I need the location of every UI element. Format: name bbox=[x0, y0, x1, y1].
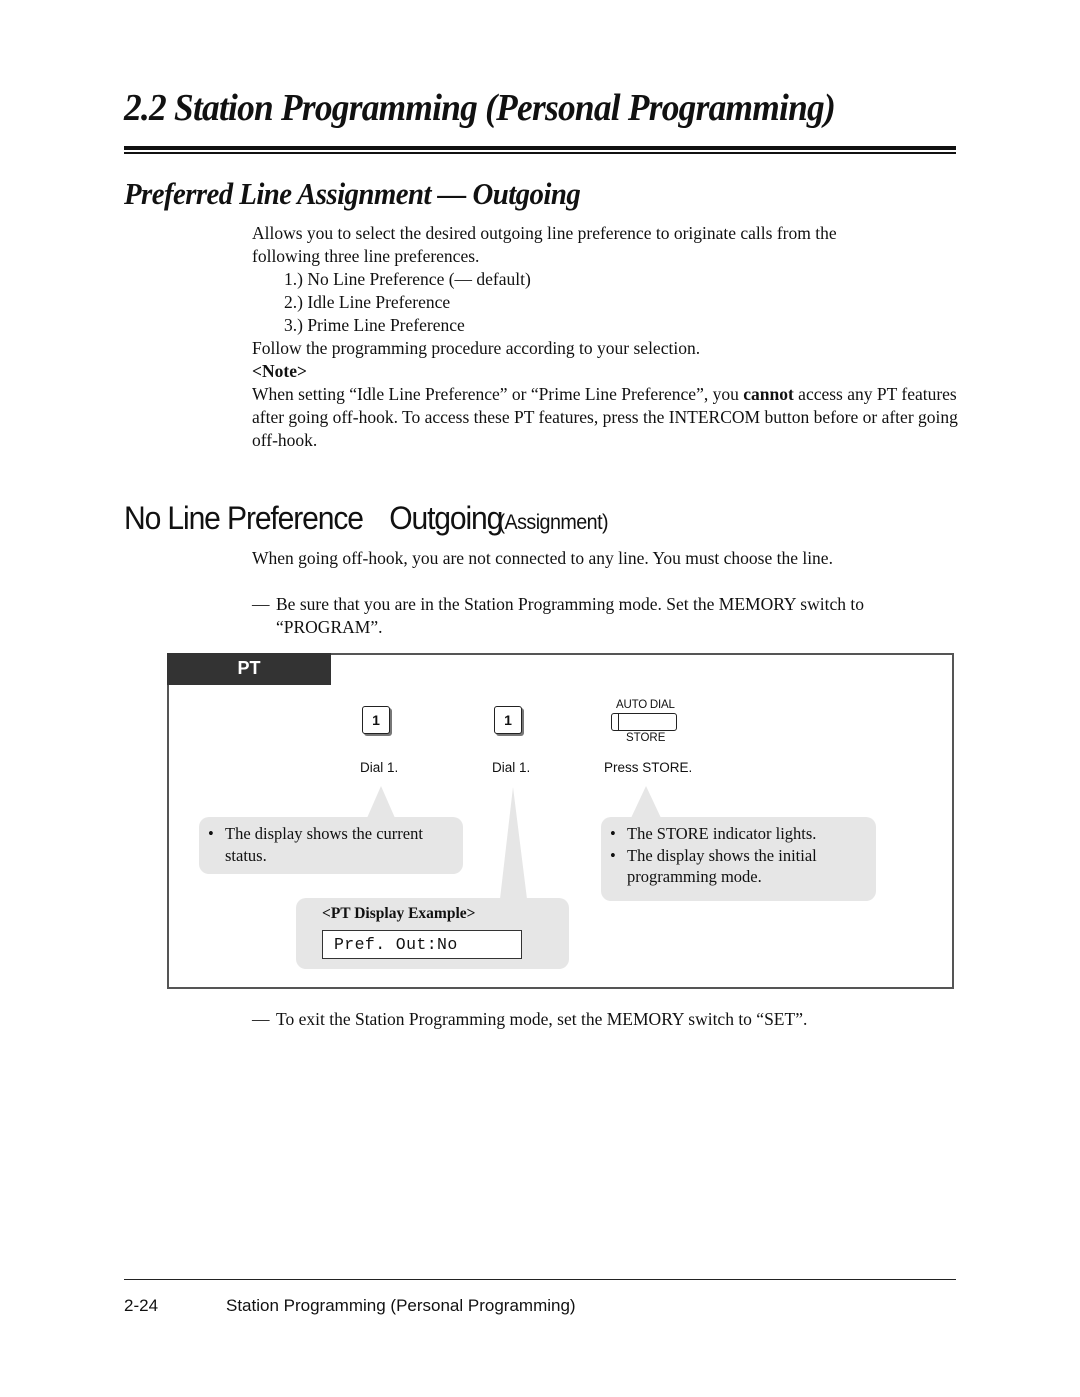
step-caption: Press STORE. bbox=[604, 760, 693, 775]
bullet-icon: • bbox=[208, 824, 214, 843]
footer-rule bbox=[124, 1279, 956, 1281]
dash: — bbox=[252, 1009, 270, 1029]
callout-pointers bbox=[367, 786, 661, 899]
dial-key-1[interactable]: 1 bbox=[494, 706, 522, 734]
page-number: 2-24 bbox=[124, 1296, 159, 1315]
callout-left-text: • The display shows the current status. bbox=[208, 823, 458, 866]
callout-item: The display shows the current status. bbox=[225, 824, 423, 865]
store-label: STORE bbox=[626, 732, 666, 744]
display-example-label: <PT Display Example> bbox=[322, 905, 476, 922]
dial-key-1[interactable]: 1 bbox=[362, 706, 390, 734]
store-indicator-icon bbox=[618, 714, 619, 730]
callout-pointer-left bbox=[367, 786, 395, 818]
step-caption: Dial 1. bbox=[492, 760, 531, 775]
post-step-instruction: — To exit the Station Programming mode, s… bbox=[252, 1008, 972, 1031]
callout-item: The STORE indicator lights. bbox=[627, 824, 817, 843]
callout-right-text: • The STORE indicator lights. • The displa… bbox=[610, 823, 872, 888]
auto-dial-label: AUTO DIAL bbox=[616, 699, 675, 711]
post-step-text: To exit the Station Programming mode, se… bbox=[276, 1009, 808, 1029]
bullet-icon: • bbox=[610, 845, 616, 865]
callout-pointer-display bbox=[500, 787, 527, 899]
step-caption: Dial 1. bbox=[360, 760, 399, 775]
callout-pointer-right bbox=[631, 786, 661, 818]
display-example-screen: Pref. Out:No bbox=[322, 930, 522, 959]
bullet-icon: • bbox=[610, 824, 616, 843]
callout-item: The display shows the initial programmin… bbox=[627, 845, 817, 887]
footer-title: Station Programming (Personal Programmin… bbox=[226, 1296, 576, 1315]
store-button[interactable] bbox=[611, 713, 677, 731]
